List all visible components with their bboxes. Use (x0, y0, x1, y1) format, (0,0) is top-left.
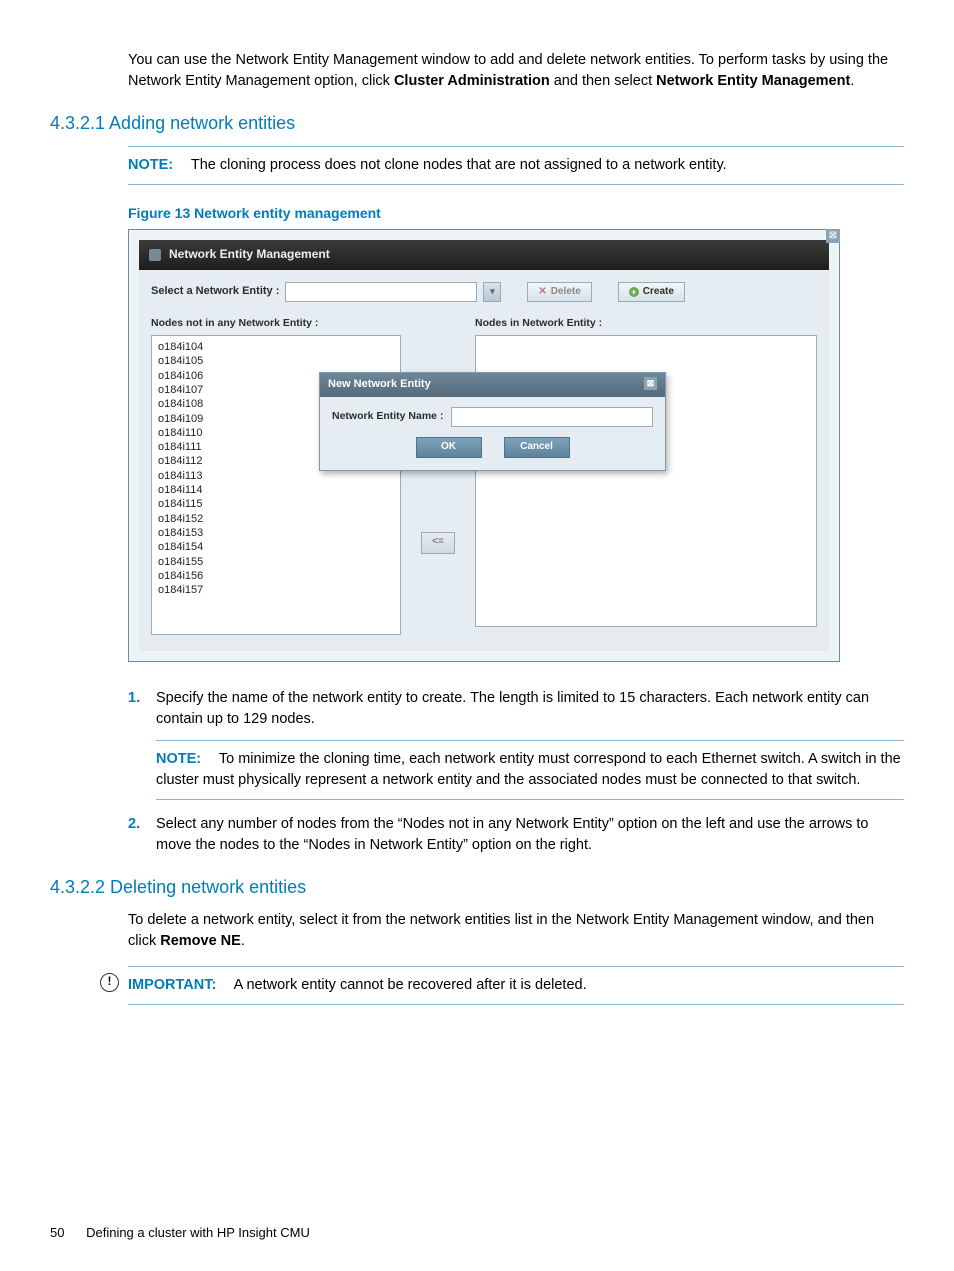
delete-paragraph: To delete a network entity, select it fr… (128, 910, 904, 952)
ok-button[interactable]: OK (416, 437, 482, 458)
entity-name-input[interactable] (451, 407, 653, 427)
note-text: The cloning process does not clone nodes… (191, 157, 727, 173)
list-item[interactable]: o184i154 (158, 540, 394, 554)
section-heading-adding: 4.3.2.1 Adding network entities (50, 110, 904, 136)
chapter-title: Defining a cluster with HP Insight CMU (86, 1225, 310, 1240)
screenshot-network-entity-mgmt: ⊠ Network Entity Management Select a Net… (128, 229, 840, 662)
toolbar: Select a Network Entity : ▾ ✕ Delete + C… (151, 282, 817, 302)
list-item[interactable]: o184i114 (158, 483, 394, 497)
create-button[interactable]: + Create (618, 282, 685, 302)
list-item[interactable]: o184i152 (158, 512, 394, 526)
list-item[interactable]: o184i113 (158, 469, 394, 483)
left-list-label: Nodes not in any Network Entity : (151, 316, 401, 331)
select-entity-input[interactable] (285, 282, 477, 302)
right-list-label: Nodes in Network Entity : (475, 316, 817, 331)
select-entity-label: Select a Network Entity : (151, 284, 279, 300)
plus-icon: + (629, 287, 639, 297)
page-footer: 50 Defining a cluster with HP Insight CM… (50, 1224, 310, 1243)
new-entity-dialog: New Network Entity ⊠ Network Entity Name… (319, 372, 666, 471)
important-icon: ! (100, 973, 119, 992)
move-left-button[interactable]: <= (421, 532, 455, 554)
entity-name-label: Network Entity Name : (332, 409, 443, 424)
window-title: Network Entity Management (169, 246, 330, 263)
steps-list: Specify the name of the network entity t… (128, 688, 904, 856)
section-heading-deleting: 4.3.2.2 Deleting network entities (50, 874, 904, 900)
step-2: Select any number of nodes from the “Nod… (156, 814, 904, 856)
x-icon: ✕ (538, 285, 546, 300)
step-1-note: NOTE: To minimize the cloning time, each… (156, 740, 904, 800)
list-item[interactable]: o184i115 (158, 497, 394, 511)
step-1: Specify the name of the network entity t… (156, 688, 904, 800)
important-label: IMPORTANT: (128, 977, 216, 993)
dialog-title: New Network Entity (328, 377, 431, 393)
intro-paragraph: You can use the Network Entity Managemen… (128, 50, 904, 92)
page-number: 50 (50, 1225, 64, 1240)
note-text: To minimize the cloning time, each netwo… (156, 751, 901, 788)
window-titlebar: Network Entity Management (139, 240, 829, 269)
important-block: ! IMPORTANT: A network entity cannot be … (128, 966, 904, 1005)
close-icon[interactable]: ⊠ (644, 377, 657, 390)
app-icon (149, 249, 161, 261)
list-item[interactable]: o184i157 (158, 583, 394, 597)
figure-caption: Figure 13 Network entity management (128, 203, 904, 223)
delete-button[interactable]: ✕ Delete (527, 282, 591, 302)
close-icon[interactable]: ⊠ (826, 229, 840, 243)
note-block: NOTE: The cloning process does not clone… (128, 146, 904, 185)
list-item[interactable]: o184i104 (158, 340, 394, 354)
note-label: NOTE: (128, 157, 173, 173)
note-label: NOTE: (156, 751, 201, 767)
list-item[interactable]: o184i156 (158, 569, 394, 583)
list-item[interactable]: o184i105 (158, 354, 394, 368)
list-item[interactable]: o184i155 (158, 555, 394, 569)
list-item[interactable]: o184i153 (158, 526, 394, 540)
important-text: A network entity cannot be recovered aft… (234, 977, 587, 993)
dropdown-icon[interactable]: ▾ (483, 282, 501, 302)
cancel-button[interactable]: Cancel (504, 437, 570, 458)
